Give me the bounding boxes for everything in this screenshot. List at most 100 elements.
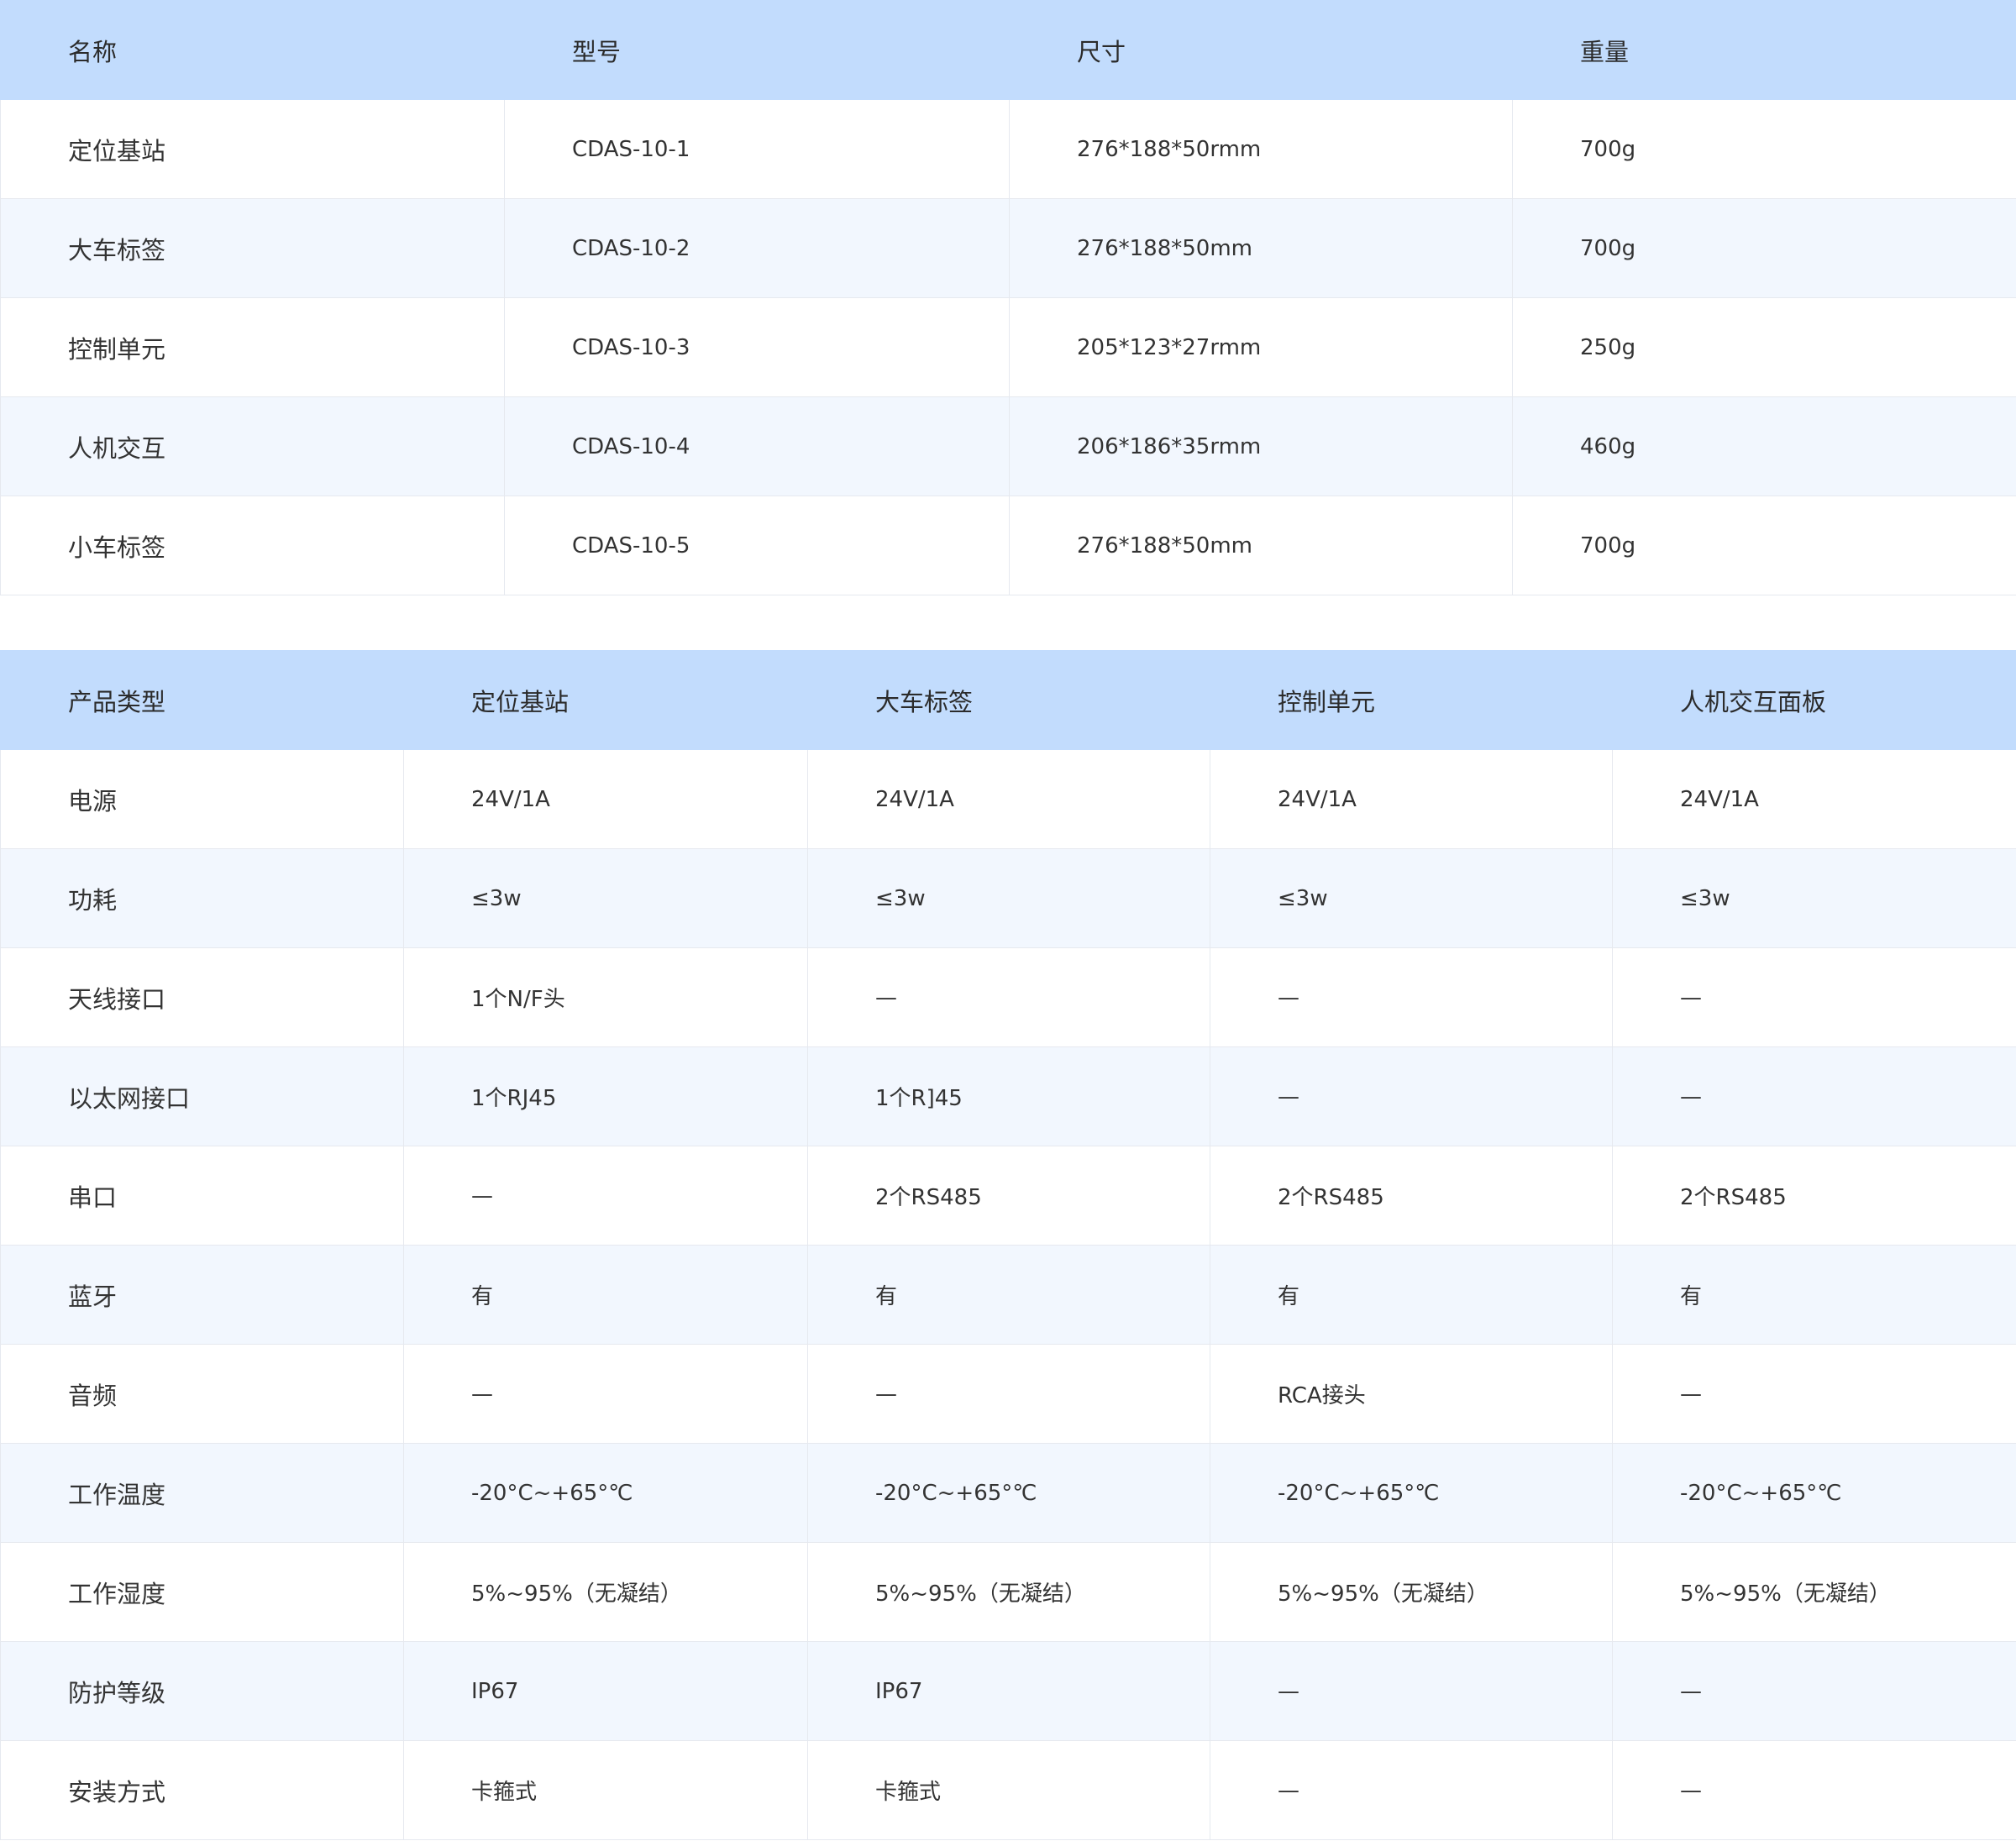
table-cell: -20°C~+65°℃ (807, 1443, 1210, 1543)
column-header-weight: 重量 (1512, 0, 2016, 100)
table-cell: 人机交互 (0, 396, 505, 496)
table-cell: 1个R]45 (807, 1046, 1210, 1146)
table-cell: IP67 (807, 1641, 1210, 1741)
table-cell: 24V/1A (1612, 749, 2016, 849)
column-header-base-station: 定位基站 (403, 650, 808, 750)
table-cell: IP67 (403, 1641, 808, 1741)
column-header-control-unit: 控制单元 (1210, 650, 1613, 750)
table-cell: 5%~95%（无凝结） (1612, 1542, 2016, 1642)
table-cell: CDAS-10-5 (504, 496, 1010, 595)
table-cell: 2个RS485 (1612, 1146, 2016, 1246)
column-header-hmi-panel: 人机交互面板 (1612, 650, 2016, 750)
table-cell: — (403, 1146, 808, 1246)
table-cell: 有 (1210, 1245, 1613, 1345)
table-cell: — (807, 1344, 1210, 1444)
table-cell: CDAS-10-2 (504, 198, 1010, 298)
table-cell: 206*186*35rmm (1009, 396, 1513, 496)
table-cell: ≤3w (403, 848, 808, 948)
table-cell: 防护等级 (0, 1641, 404, 1741)
table-cell: — (1210, 1740, 1613, 1840)
table-cell: — (1612, 1344, 2016, 1444)
table-cell: 2个RS485 (1210, 1146, 1613, 1246)
table-row: 控制单元 CDAS-10-3 205*123*27rmm 250g (0, 297, 2016, 397)
table-row: 蓝牙 有 有 有 有 (0, 1245, 2016, 1345)
table-cell: 有 (807, 1245, 1210, 1345)
table-cell: 定位基站 (0, 99, 505, 199)
table-cell: ≤3w (807, 848, 1210, 948)
table-cell: 250g (1512, 297, 2016, 397)
table-cell: 276*188*50rmm (1009, 99, 1513, 199)
column-header-cart-tag: 大车标签 (807, 650, 1210, 750)
table-cell: 工作温度 (0, 1443, 404, 1543)
table-cell: 以太网接口 (0, 1046, 404, 1146)
table-cell: 5%~95%（无凝结） (807, 1542, 1210, 1642)
table-cell: ≤3w (1612, 848, 2016, 948)
table-cell: 24V/1A (403, 749, 808, 849)
table-cell: 1个RJ45 (403, 1046, 808, 1146)
column-header-size: 尺寸 (1009, 0, 1513, 100)
table-cell: — (1210, 1641, 1613, 1741)
table-row: 小车标签 CDAS-10-5 276*188*50mm 700g (0, 496, 2016, 595)
table-cell: 蓝牙 (0, 1245, 404, 1345)
table-cell: — (807, 947, 1210, 1047)
table-cell: 有 (403, 1245, 808, 1345)
table-cell: 700g (1512, 496, 2016, 595)
table-cell: 音频 (0, 1344, 404, 1444)
table-cell: 安装方式 (0, 1740, 404, 1840)
table-cell: 205*123*27rmm (1009, 297, 1513, 397)
table-row: 工作温度 -20°C~+65°℃ -20°C~+65°℃ -20°C~+65°℃… (0, 1443, 2016, 1543)
table-cell: 工作湿度 (0, 1542, 404, 1642)
table-row: 定位基站 CDAS-10-1 276*188*50rmm 700g (0, 99, 2016, 199)
table-row: 工作湿度 5%~95%（无凝结） 5%~95%（无凝结） 5%~95%（无凝结）… (0, 1542, 2016, 1642)
table-cell: — (403, 1344, 808, 1444)
table-cell: -20°C~+65°℃ (1612, 1443, 2016, 1543)
table-cell: 700g (1512, 99, 2016, 199)
table-cell: ≤3w (1210, 848, 1613, 948)
table-cell: 24V/1A (1210, 749, 1613, 849)
table-row: 防护等级 IP67 IP67 — — (0, 1641, 2016, 1741)
table-header-row: 产品类型 定位基站 大车标签 控制单元 人机交互面板 (0, 650, 2016, 750)
table-cell: RCA接头 (1210, 1344, 1613, 1444)
table-cell: 控制单元 (0, 297, 505, 397)
table-row: 串口 — 2个RS485 2个RS485 2个RS485 (0, 1146, 2016, 1246)
table-cell: -20°C~+65°℃ (403, 1443, 808, 1543)
table-cell: 卡箍式 (807, 1740, 1210, 1840)
table-cell: 2个RS485 (807, 1146, 1210, 1246)
table-cell: 小车标签 (0, 496, 505, 595)
table-cell: 460g (1512, 396, 2016, 496)
table-cell: 700g (1512, 198, 2016, 298)
table-cell: — (1612, 1641, 2016, 1741)
table-header-row: 名称 型号 尺寸 重量 (0, 0, 2016, 100)
column-header-model: 型号 (504, 0, 1010, 100)
table-cell: 串口 (0, 1146, 404, 1246)
table-cell: 276*188*50mm (1009, 198, 1513, 298)
table-cell: — (1210, 947, 1613, 1047)
table-row: 音频 — — RCA接头 — (0, 1344, 2016, 1444)
table-cell: 卡箍式 (403, 1740, 808, 1840)
table-cell: CDAS-10-4 (504, 396, 1010, 496)
table-cell: -20°C~+65°℃ (1210, 1443, 1613, 1543)
table-cell: 电源 (0, 749, 404, 849)
table-cell: 功耗 (0, 848, 404, 948)
table-cell: 天线接口 (0, 947, 404, 1047)
column-header-product-type: 产品类型 (0, 650, 404, 750)
table-cell: — (1612, 1046, 2016, 1146)
table-row: 以太网接口 1个RJ45 1个R]45 — — (0, 1046, 2016, 1146)
table-row: 电源 24V/1A 24V/1A 24V/1A 24V/1A (0, 749, 2016, 849)
table-cell: 1个N/F头 (403, 947, 808, 1047)
product-model-table: 名称 型号 尺寸 重量 定位基站 CDAS-10-1 276*188*50rmm… (0, 0, 2016, 595)
table-cell: 5%~95%（无凝结） (1210, 1542, 1613, 1642)
table-cell: CDAS-10-3 (504, 297, 1010, 397)
table-cell: 5%~95%（无凝结） (403, 1542, 808, 1642)
table-row: 天线接口 1个N/F头 — — — (0, 947, 2016, 1047)
table-cell: 有 (1612, 1245, 2016, 1345)
table-cell: 276*188*50mm (1009, 496, 1513, 595)
table-cell: 24V/1A (807, 749, 1210, 849)
table-cell: — (1612, 947, 2016, 1047)
table-row: 大车标签 CDAS-10-2 276*188*50mm 700g (0, 198, 2016, 298)
product-spec-table: 产品类型 定位基站 大车标签 控制单元 人机交互面板 电源 24V/1A 24V… (0, 650, 2016, 1840)
table-row: 安装方式 卡箍式 卡箍式 — — (0, 1740, 2016, 1840)
table-cell: — (1612, 1740, 2016, 1840)
table-cell: — (1210, 1046, 1613, 1146)
table-row: 人机交互 CDAS-10-4 206*186*35rmm 460g (0, 396, 2016, 496)
